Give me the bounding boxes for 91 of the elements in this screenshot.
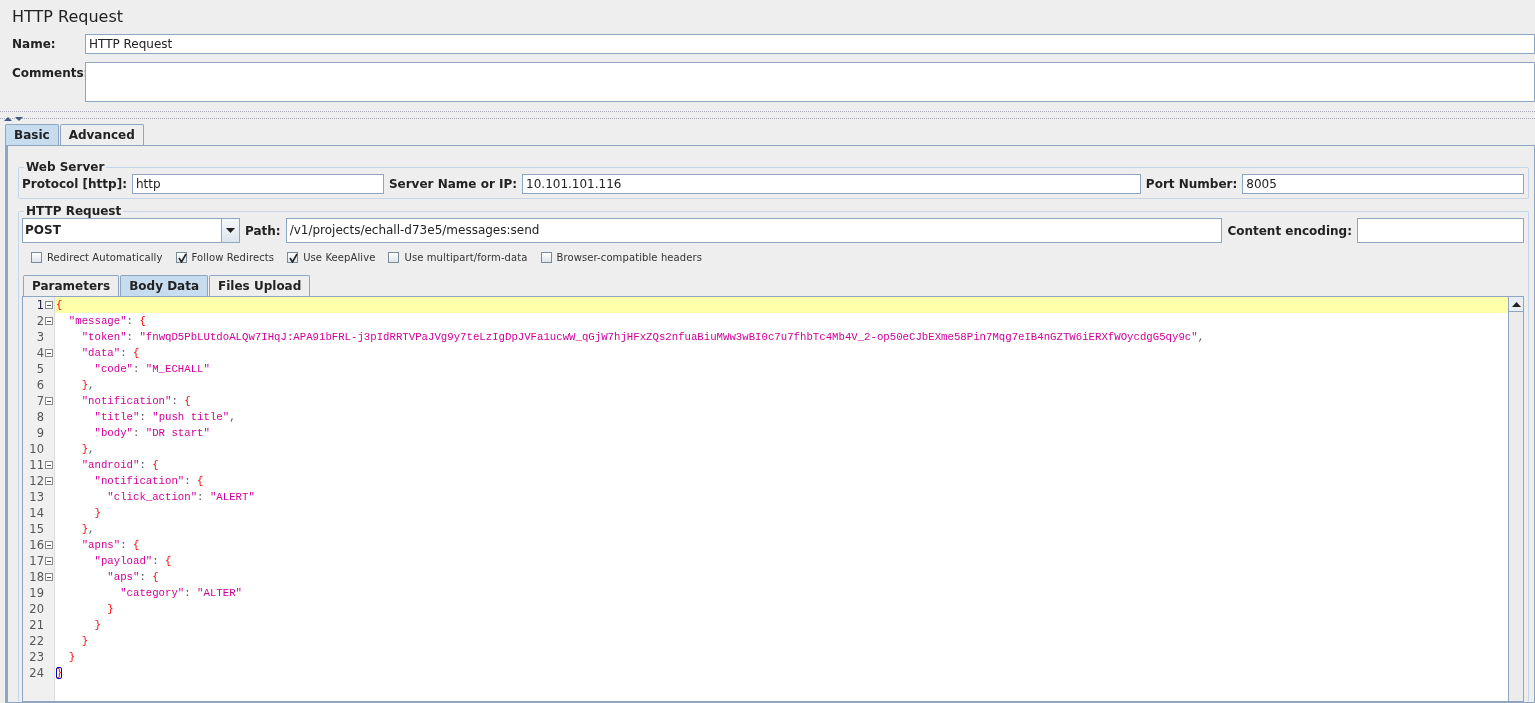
field-label: Path:	[245, 223, 281, 238]
group-title: HTTP Request	[25, 204, 123, 218]
code-line: }	[55, 666, 63, 681]
code-line: "category": "ALTER"	[119, 586, 242, 601]
line-number: 3	[36, 330, 44, 344]
line-number: 18	[29, 570, 44, 584]
line-number: 15	[29, 522, 44, 536]
line-number: 16	[29, 538, 44, 552]
fold-icon[interactable]	[45, 573, 53, 581]
fold-icon[interactable]	[45, 301, 53, 309]
code-line: "payload": {	[93, 554, 172, 569]
line-number: 14	[29, 506, 44, 520]
fold-icon[interactable]	[45, 477, 53, 485]
code-line: "body": "DR start"	[93, 426, 210, 441]
code-line: }	[93, 618, 101, 633]
checkbox[interactable]	[175, 252, 187, 263]
line-number: 23	[29, 650, 44, 664]
code-line: "code": "M_ECHALL"	[93, 362, 210, 377]
name-field[interactable]: HTTP Request	[85, 34, 1535, 54]
tab[interactable]: Basic	[5, 124, 59, 145]
code-line: "aps": {	[106, 570, 159, 585]
field-label: Name:	[12, 37, 57, 51]
line-number: 6	[36, 378, 44, 392]
field-label: Port Number:	[1145, 177, 1238, 191]
code-line: }	[93, 506, 101, 521]
field-label: Server Name or IP:	[388, 177, 518, 191]
code-line: "message": {	[67, 314, 146, 329]
checkbox[interactable]	[31, 252, 42, 263]
line-number: 17	[29, 554, 44, 568]
fold-icon[interactable]	[45, 461, 53, 469]
line-number: 5	[36, 362, 44, 376]
text-field[interactable]: 8005	[1242, 174, 1524, 194]
tab[interactable]: Advanced	[59, 124, 144, 145]
panel-title: HTTP Request	[11, 6, 125, 28]
line-number: 2	[36, 314, 44, 328]
line-number: 13	[29, 490, 44, 504]
code-line: "data": {	[80, 346, 140, 361]
fold-icon[interactable]	[45, 557, 53, 565]
code-line: "click_action": "ALERT"	[106, 490, 255, 505]
code-line: }	[80, 634, 89, 649]
code-line: },	[80, 522, 95, 537]
line-number: 21	[29, 618, 44, 632]
fold-icon[interactable]	[45, 317, 53, 325]
line-number: 19	[29, 586, 44, 600]
code-line: "android": {	[80, 458, 159, 473]
checkbox-label: Use multipart/form-data	[404, 252, 528, 263]
code-line: "token": "fnwqD5PbLUtdoALQw7IHqJ:APA91bFRL-j3pIdRRTVPaJVg9y7teLzIgDpJVFa1ucwW_qGjW7hjHFxZQs2nfuaBiuMWw3wBI0c7u7fhbTc4Mb4V_2-op50eCJbEXme58Pin7Mqg7eIB4nGZTW6iERXfWOycdgG5qy9c",	[80, 330, 1205, 345]
line-number: 1	[36, 298, 44, 312]
fold-icon[interactable]	[45, 349, 53, 357]
line-number: 8	[36, 410, 44, 424]
checkbox-label: Redirect Automatically	[47, 252, 163, 263]
line-number: 11	[29, 458, 44, 472]
code-line: "apns": {	[80, 538, 140, 553]
field-label: Comments:	[12, 65, 85, 82]
line-number: 4	[36, 346, 44, 360]
checkbox-label: Use KeepAlive	[303, 252, 376, 263]
tab[interactable]: Body Data	[120, 275, 209, 296]
code-line: "notification": {	[93, 474, 204, 489]
checkbox[interactable]	[287, 252, 299, 263]
checkbox-label: Browser-compatible headers	[556, 252, 703, 263]
content-encoding-field[interactable]	[1357, 218, 1524, 243]
code-line: },	[80, 442, 95, 457]
line-number: 7	[36, 394, 44, 408]
vertical-scrollbar[interactable]	[1508, 297, 1523, 701]
checkbox-label: Follow Redirects	[191, 252, 275, 263]
code-line: },	[80, 378, 95, 393]
line-number: 9	[36, 426, 44, 440]
dropdown-caret-icon	[226, 228, 235, 233]
tab[interactable]: Parameters	[23, 275, 120, 296]
checkbox[interactable]	[540, 252, 552, 263]
line-number: 20	[29, 602, 44, 616]
code-line: "title": "push title",	[93, 410, 236, 425]
field-label: Protocol [http]:	[22, 177, 127, 191]
code-line: }	[106, 602, 114, 617]
code-line: }	[67, 650, 76, 665]
fold-icon[interactable]	[45, 397, 53, 405]
line-number: 12	[29, 474, 44, 488]
scroll-up-icon[interactable]	[1509, 297, 1523, 312]
fold-icon[interactable]	[45, 541, 53, 549]
field-label: Content encoding:	[1227, 223, 1352, 238]
text-field[interactable]: 10.101.101.116	[522, 174, 1141, 194]
checkbox[interactable]	[388, 252, 400, 263]
line-number: 10	[29, 442, 44, 456]
text-field[interactable]: http	[131, 174, 384, 194]
path-field[interactable]: /v1/projects/echall-d73e5/messages:send	[285, 218, 1223, 243]
group-title: Web Server	[25, 160, 106, 174]
tab[interactable]: Files Upload	[209, 275, 311, 296]
method-dropdown[interactable]: POST	[22, 218, 240, 243]
line-number: 24	[29, 666, 44, 680]
line-number: 22	[29, 634, 44, 648]
code-line: "notification": {	[80, 394, 191, 409]
